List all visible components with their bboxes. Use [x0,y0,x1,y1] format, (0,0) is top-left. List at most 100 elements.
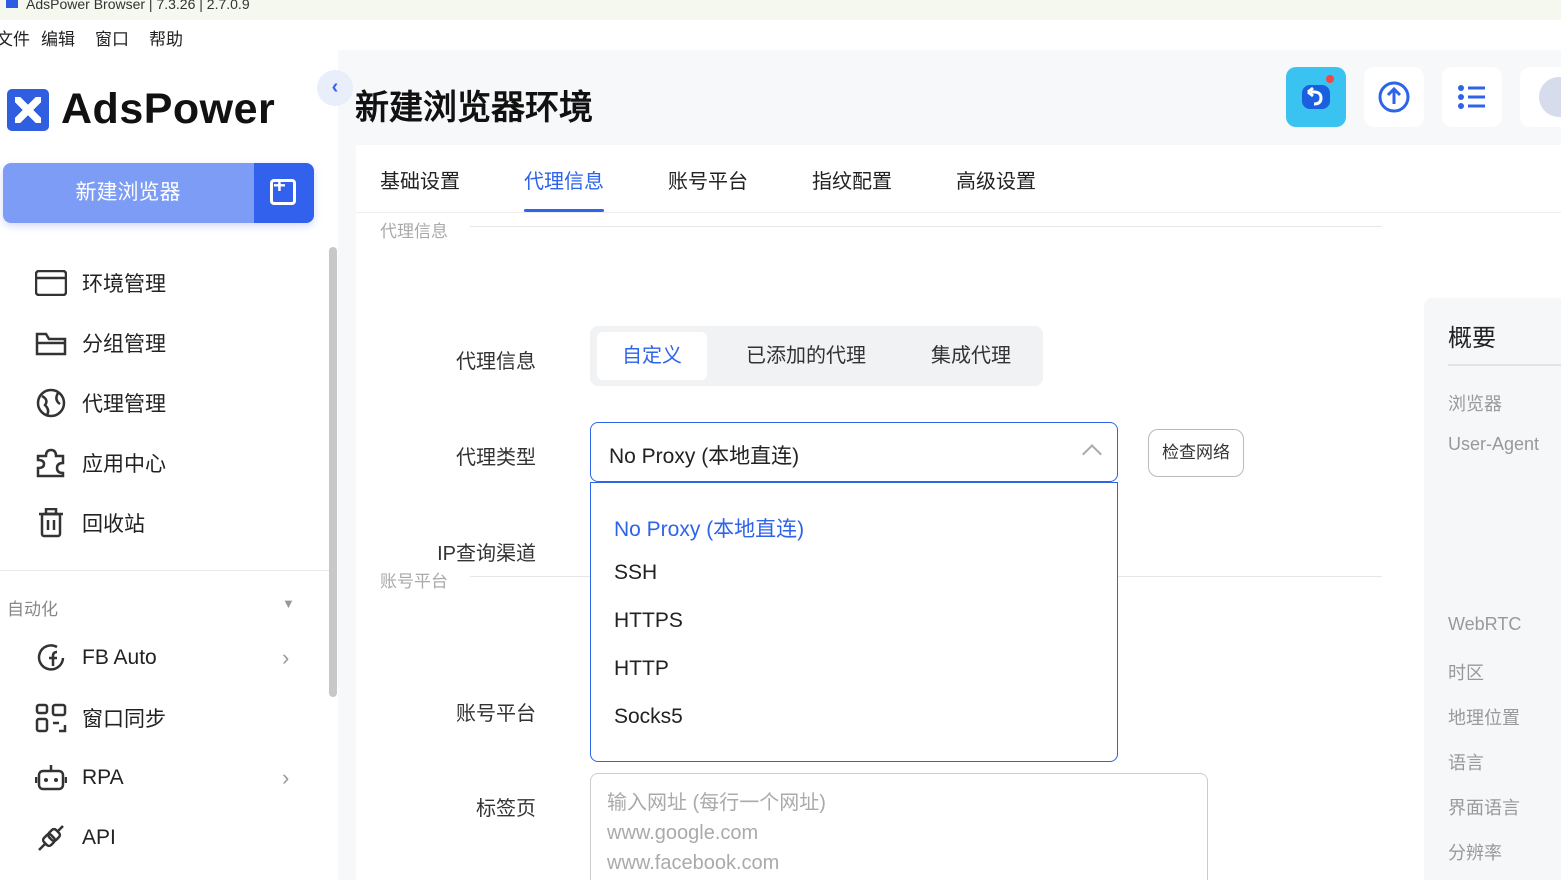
dropdown-option-http[interactable]: HTTP [614,657,669,681]
sidebar-item-label: RPA [82,766,124,789]
tab-fingerprint[interactable]: 指纹配置 [812,165,892,212]
sidebar-item-label: FB Auto [82,646,157,669]
puzzle-icon [34,448,68,478]
section-divider [470,226,1382,227]
proxy-type-value[interactable]: No Proxy (本地直连) [609,440,799,470]
placeholder-line: 输入网址 (每行一个网址) [607,792,826,814]
summary-ui-language: 界面语言 [1448,798,1520,818]
sidebar-item-window-sync[interactable]: 窗口同步 [34,698,166,738]
collapse-sidebar-button[interactable]: ‹ [317,70,353,106]
sidebar-item-proxies[interactable]: 代理管理 [34,383,166,423]
sidebar-divider [0,570,330,571]
chevron-left-icon[interactable]: ‹ [332,76,339,98]
summary-panel: 概要 浏览器 User-Agent WebRTC 时区 地理位置 语言 界面语言… [1424,298,1561,880]
robot-icon [34,763,68,793]
upload-sync-icon [1378,81,1410,113]
ip-channel-label: IP查询渠道 [437,543,536,565]
window-title: AdsPower Browser | 7.3.26 | 2.7.0.9 [26,0,250,12]
tab-proxy[interactable]: 代理信息 [524,165,604,212]
summary-user-agent: User-Agent [1448,434,1540,454]
new-browser-label[interactable]: 新建浏览器 [3,163,253,223]
proxy-type-dropdown: No Proxy (本地直连) SSH HTTPS HTTP Socks5 [590,482,1118,762]
menu-window[interactable]: 窗口 [95,25,129,50]
sidebar-item-groups[interactable]: 分组管理 [34,323,166,363]
sidebar-item-rpa[interactable]: RPA › [34,758,289,798]
summary-browser: 浏览器 [1448,394,1502,414]
proxy-type-select[interactable]: No Proxy (本地直连) [590,422,1118,482]
sidebar-item-app-center[interactable]: 应用中心 [34,443,166,483]
new-browser-button[interactable]: 新建浏览器 [3,163,314,223]
tabs-url-textarea[interactable]: 输入网址 (每行一个网址) www.google.com www.faceboo… [590,773,1208,880]
dropdown-option-socks5[interactable]: Socks5 [614,705,683,729]
check-network-button[interactable]: 检查网络 [1148,429,1244,477]
chevron-right-icon: › [282,765,290,790]
summary-timezone: 时区 [1448,663,1484,683]
menu-help[interactable]: 帮助 [149,25,183,50]
sidebar-item-profiles[interactable]: 环境管理 [34,263,166,303]
menu-edit[interactable]: 编辑 [41,25,75,50]
trash-icon [34,508,68,538]
logo: AdsPower [7,85,275,134]
avatar [1539,77,1561,117]
summary-language: 语言 [1448,753,1484,773]
tab-basic[interactable]: 基础设置 [380,165,460,212]
update-badge-button[interactable] [1286,67,1346,127]
summary-webrtc: WebRTC [1448,614,1522,634]
sidebar-item-label: 环境管理 [82,273,166,296]
proxy-mode-segmented: 自定义 已添加的代理 集成代理 [590,326,1043,386]
task-list-button[interactable] [1442,67,1502,127]
user-avatar-button[interactable] [1520,67,1561,127]
plug-icon [34,823,68,853]
page-title: 新建浏览器环境 [355,89,593,127]
sidebar-item-trash[interactable]: 回收站 [34,503,145,543]
caret-down-icon[interactable]: ▼ [282,596,295,611]
facebook-refresh-icon [34,643,68,673]
proxy-mode-saved[interactable]: 已添加的代理 [720,332,892,380]
logo-text: AdsPower [61,85,276,133]
list-icon [1458,85,1485,109]
dropdown-option-https[interactable]: HTTPS [614,609,683,633]
summary-location: 地理位置 [1448,708,1520,728]
sidebar-item-label: 分组管理 [82,333,166,356]
automation-group-label[interactable]: 自动化 [7,595,58,620]
undo-icon [1302,85,1330,109]
summary-title: 概要 [1448,325,1496,352]
sync-windows-icon [34,703,68,733]
tab-advanced[interactable]: 高级设置 [956,165,1036,212]
sidebar-item-api[interactable]: API [34,818,116,858]
globe-icon [34,388,68,418]
proxy-mode-custom[interactable]: 自定义 [597,332,707,380]
placeholder-line: www.google.com [607,822,759,844]
sync-button[interactable] [1364,67,1424,127]
dropdown-option-no-proxy[interactable]: No Proxy (本地直连) [614,513,804,543]
tabs-label: 标签页 [476,798,536,820]
proxy-type-label: 代理类型 [456,447,536,469]
add-profile-icon[interactable] [254,163,314,223]
sidebar-scrollbar[interactable] [329,247,337,697]
sidebar: AdsPower 新建浏览器 环境管理 分组管理 代理管理 应用中心 回收站 自… [0,50,338,880]
chevron-right-icon: › [282,645,290,670]
section-account: 账号平台 [380,572,448,591]
window-icon [34,268,68,298]
account-platform-label: 账号平台 [456,703,536,725]
menu-file[interactable]: 文件 [0,25,30,50]
summary-divider [1448,364,1561,366]
window-titlebar: AdsPower Browser | 7.3.26 | 2.7.0.9 [0,0,1561,20]
chevron-up-icon[interactable] [1082,444,1102,464]
summary-resolution: 分辨率 [1448,843,1502,863]
adspower-logo-icon [7,88,49,131]
section-proxy: 代理信息 [380,222,448,241]
dropdown-option-ssh[interactable]: SSH [614,561,657,585]
main-panel: 新建浏览器环境 基础设置 代理信息 账号平台 指纹配置 高级设置 代理信息 代理… [338,50,1561,880]
proxy-mode-integrated[interactable]: 集成代理 [908,332,1034,380]
sidebar-item-label: 应用中心 [82,453,166,476]
sidebar-item-label: 窗口同步 [82,708,166,731]
app-icon [6,0,18,8]
proxy-info-label: 代理信息 [456,351,536,373]
tab-account[interactable]: 账号平台 [668,165,748,212]
placeholder-line: www.facebook.com [607,852,780,874]
sidebar-item-label: 代理管理 [82,393,166,416]
menu-bar: 文件 编辑 窗口 帮助 [0,20,340,50]
sidebar-item-fb-auto[interactable]: FB Auto › [34,638,289,678]
notification-dot [1326,75,1334,83]
